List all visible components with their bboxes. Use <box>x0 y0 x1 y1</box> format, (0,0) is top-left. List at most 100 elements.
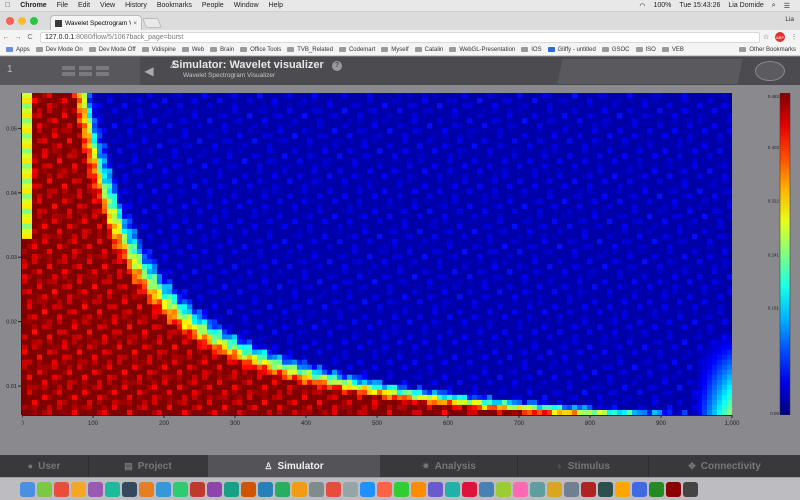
dock-app-icon[interactable] <box>139 481 154 497</box>
menu-window[interactable]: Window <box>229 2 264 9</box>
minimize-window-button[interactable] <box>18 17 26 25</box>
bookmark-item[interactable]: Dev Mode On <box>35 47 83 53</box>
search-icon[interactable]: ⌕ <box>768 2 780 10</box>
back-icon[interactable]: ← <box>0 34 12 41</box>
dock-app-icon[interactable] <box>71 481 86 497</box>
menu-file[interactable]: File <box>52 2 73 9</box>
apple-menu-icon[interactable]:  <box>0 2 15 9</box>
adblock-icon[interactable]: ABP <box>775 32 785 42</box>
menu-view[interactable]: View <box>95 2 120 9</box>
nav-analysis[interactable]: ✷ Analysis <box>381 455 517 477</box>
menu-help[interactable]: Help <box>264 2 288 9</box>
user-name[interactable]: Lia Domide <box>724 2 767 9</box>
dock-app-icon[interactable] <box>343 481 358 497</box>
bookmark-folder[interactable]: Myself <box>381 47 409 53</box>
dock-app-icon[interactable] <box>564 481 579 497</box>
dock-app-icon[interactable] <box>530 481 545 497</box>
bookmark-star-icon[interactable]: ☆ <box>760 33 772 41</box>
dock-app-icon[interactable] <box>105 481 120 497</box>
other-bookmarks[interactable]: Other Bookmarks <box>739 47 796 53</box>
bookmark-item[interactable]: Gliffy - untitled <box>547 47 596 53</box>
bookmark-folder[interactable]: Codemart <box>338 47 375 53</box>
menu-icon[interactable]: ⋮ <box>788 33 800 41</box>
wavelet-heatmap[interactable] <box>22 93 732 415</box>
dock-app-icon[interactable] <box>428 481 443 497</box>
dock-app-icon[interactable] <box>37 481 52 497</box>
app-menu[interactable]: Chrome <box>15 2 51 9</box>
dock-app-icon[interactable] <box>224 481 239 497</box>
nav-user[interactable]: ● User <box>0 455 88 477</box>
dock-app-icon[interactable] <box>54 481 69 497</box>
dock-app-icon[interactable] <box>241 481 256 497</box>
nav-simulator[interactable]: ♙ Simulator <box>208 455 380 477</box>
dock-app-icon[interactable] <box>479 481 494 497</box>
dock-app-icon[interactable] <box>649 481 664 497</box>
bookmark-folder[interactable]: Brain <box>210 47 234 53</box>
dock-app-icon[interactable] <box>547 481 562 497</box>
dock-app-icon[interactable] <box>513 481 528 497</box>
dock-app-icon[interactable] <box>462 481 477 497</box>
dock-app-icon[interactable] <box>292 481 307 497</box>
url-bar[interactable]: 127.0.0.1:8080/flow/5/1067back_page=burs… <box>40 31 760 43</box>
project-selector[interactable]: 1 <box>0 57 140 85</box>
dock-app-icon[interactable] <box>411 481 426 497</box>
bookmark-apps[interactable]: Apps <box>6 47 30 53</box>
dock-app-icon[interactable] <box>326 481 341 497</box>
bookmark-folder[interactable]: Catalin <box>414 47 443 53</box>
dock-app-icon[interactable] <box>598 481 613 497</box>
dock-app-icon[interactable] <box>632 481 647 497</box>
dock-app-icon[interactable] <box>258 481 273 497</box>
heatmap-cell <box>542 223 548 230</box>
help-icon[interactable]: ? <box>332 61 342 71</box>
dock-app-icon[interactable] <box>20 481 35 497</box>
dock-app-icon[interactable] <box>445 481 460 497</box>
bookmark-folder[interactable]: Web <box>181 47 204 53</box>
bookmark-item[interactable]: Dev Mode Off <box>88 47 136 53</box>
menu-history[interactable]: History <box>120 2 152 9</box>
back-arrow-icon[interactable]: ◀ <box>140 60 158 82</box>
bookmark-folder[interactable]: GSOC <box>601 47 630 53</box>
new-tab-button[interactable] <box>142 18 162 28</box>
dock-app-icon[interactable] <box>207 481 222 497</box>
nav-connectivity[interactable]: ✥ Connectivity <box>649 455 800 477</box>
dock-app-icon[interactable] <box>88 481 103 497</box>
nav-stimulus[interactable]: ♁ Stimulus <box>518 455 648 477</box>
bookmark-folder[interactable]: WebGL-Presentation <box>449 47 515 53</box>
menu-people[interactable]: People <box>197 2 229 9</box>
dock-app-icon[interactable] <box>122 481 137 497</box>
reload-icon[interactable]: C <box>24 34 36 41</box>
bookmark-folder[interactable]: Vidispine <box>141 47 176 53</box>
dock-app-icon[interactable] <box>309 481 324 497</box>
dock-app-icon[interactable] <box>683 481 698 497</box>
battery-percent[interactable]: 100% <box>649 2 675 9</box>
zoom-window-button[interactable] <box>30 17 38 25</box>
bookmark-folder[interactable]: TVB_Related <box>287 47 333 53</box>
bookmark-folder[interactable]: VEB <box>661 47 684 53</box>
dock-app-icon[interactable] <box>173 481 188 497</box>
dock-app-icon[interactable] <box>394 481 409 497</box>
close-window-button[interactable] <box>6 17 14 25</box>
dock-app-icon[interactable] <box>581 481 596 497</box>
nav-project[interactable]: ▤ Project <box>89 455 207 477</box>
close-tab-icon[interactable]: × <box>133 20 137 27</box>
bookmark-folder[interactable]: IOS <box>521 47 542 53</box>
clock[interactable]: Tue 15:43:26 <box>675 2 724 9</box>
dock-app-icon[interactable] <box>496 481 511 497</box>
dock-app-icon[interactable] <box>377 481 392 497</box>
dock-app-icon[interactable] <box>360 481 375 497</box>
dock-app-icon[interactable] <box>275 481 290 497</box>
menu-bookmarks[interactable]: Bookmarks <box>152 2 197 9</box>
list-icon[interactable]: ☰ <box>780 2 794 10</box>
browser-tab[interactable]: Wavelet Spectrogram Visualiz × <box>50 15 142 30</box>
dock-app-icon[interactable] <box>156 481 171 497</box>
brain-logo-icon[interactable] <box>755 61 785 81</box>
dock-app-icon[interactable] <box>666 481 681 497</box>
menu-edit[interactable]: Edit <box>73 2 95 9</box>
dock-app-icon[interactable] <box>190 481 205 497</box>
wifi-icon[interactable]: ◠ <box>635 2 649 10</box>
bookmark-folder[interactable]: Office Tools <box>240 47 281 53</box>
profile-name[interactable]: Lia <box>785 16 794 23</box>
forward-icon[interactable]: → <box>12 34 24 41</box>
dock-app-icon[interactable] <box>615 481 630 497</box>
bookmark-folder[interactable]: ISO <box>635 47 656 53</box>
